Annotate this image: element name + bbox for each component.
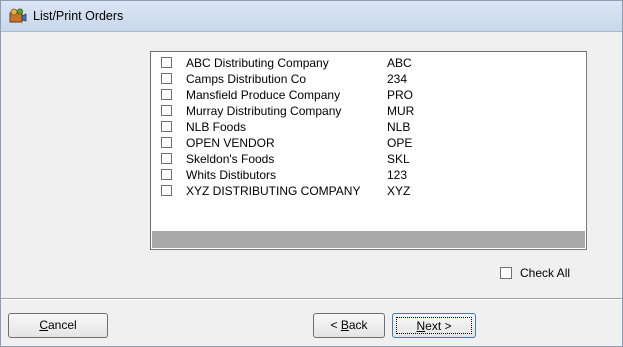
vendor-row[interactable]: Mansfield Produce Company PRO: [151, 87, 586, 103]
vendor-name: ABC Distributing Company: [186, 56, 329, 70]
check-all-checkbox[interactable]: [500, 267, 512, 279]
vendor-name: Skeldon's Foods: [186, 152, 275, 166]
back-button-arrow: <: [330, 318, 341, 332]
vendor-checkbox[interactable]: [161, 121, 172, 132]
vendor-name: Whits Distibutors: [186, 168, 277, 182]
cancel-button-label: ancel: [47, 318, 77, 332]
next-button-label: ext >: [425, 319, 452, 333]
vendor-name: Murray Distributing Company: [186, 104, 342, 118]
vendor-checkbox[interactable]: [161, 153, 172, 164]
vendor-checkbox[interactable]: [161, 57, 172, 68]
app-icon: [9, 8, 27, 24]
back-button[interactable]: < Back: [313, 313, 385, 338]
cancel-button[interactable]: Cancel: [8, 313, 108, 338]
vendor-row[interactable]: Skeldon's Foods SKL: [151, 151, 586, 167]
next-button-focus-ring: Next >: [396, 317, 472, 334]
vendor-code: NLB: [387, 120, 411, 134]
check-all-label: Check All: [520, 266, 571, 280]
vendor-name: NLB Foods: [186, 120, 247, 134]
vendor-row[interactable]: OPEN VENDOR OPE: [151, 135, 586, 151]
vendor-code: PRO: [387, 88, 414, 102]
vendor-code: 234: [387, 72, 408, 86]
vendor-row[interactable]: Murray Distributing Company MUR: [151, 103, 586, 119]
vendor-row[interactable]: NLB Foods NLB: [151, 119, 586, 135]
vendor-checkbox[interactable]: [161, 185, 172, 196]
vendor-checkbox[interactable]: [161, 169, 172, 180]
vendor-code: XYZ: [387, 184, 411, 198]
vendor-code: SKL: [387, 152, 410, 166]
vendor-listbox[interactable]: ABC Distributing Company ABC Camps Distrib…: [150, 51, 587, 250]
list-footer-bar: [152, 231, 585, 248]
cancel-button-mnemonic: C: [39, 318, 48, 332]
vendor-name: XYZ DISTRIBUTING COMPANY: [186, 184, 361, 198]
back-button-label: ack: [348, 318, 368, 332]
footer-divider: [1, 298, 622, 300]
list-print-orders-window: List/Print Orders ABC Distributing Compa…: [0, 0, 623, 347]
title-bar: List/Print Orders: [1, 1, 622, 32]
vendor-row[interactable]: ABC Distributing Company ABC: [151, 55, 586, 71]
vendor-row[interactable]: Camps Distribution Co 234: [151, 71, 586, 87]
back-button-mnemonic: B: [340, 318, 349, 332]
vendor-name: Mansfield Produce Company: [186, 88, 341, 102]
vendor-checkbox[interactable]: [161, 73, 172, 84]
vendor-code: 123: [387, 168, 408, 182]
vendor-list: ABC Distributing Company ABC Camps Distrib…: [151, 55, 586, 199]
vendor-code: MUR: [387, 104, 415, 118]
vendor-checkbox[interactable]: [161, 89, 172, 100]
vendor-checkbox[interactable]: [161, 137, 172, 148]
vendor-name: Camps Distribution Co: [186, 72, 307, 86]
vendor-name: OPEN VENDOR: [186, 136, 275, 150]
vendor-row[interactable]: Whits Distibutors 123: [151, 167, 586, 183]
vendor-code: OPE: [387, 136, 413, 150]
vendor-row[interactable]: XYZ DISTRIBUTING COMPANY XYZ: [151, 183, 586, 199]
next-button[interactable]: Next >: [392, 313, 476, 338]
next-button-mnemonic: N: [416, 319, 426, 333]
vendor-checkbox[interactable]: [161, 105, 172, 116]
vendor-code: ABC: [387, 56, 412, 70]
window-title: List/Print Orders: [33, 9, 124, 23]
